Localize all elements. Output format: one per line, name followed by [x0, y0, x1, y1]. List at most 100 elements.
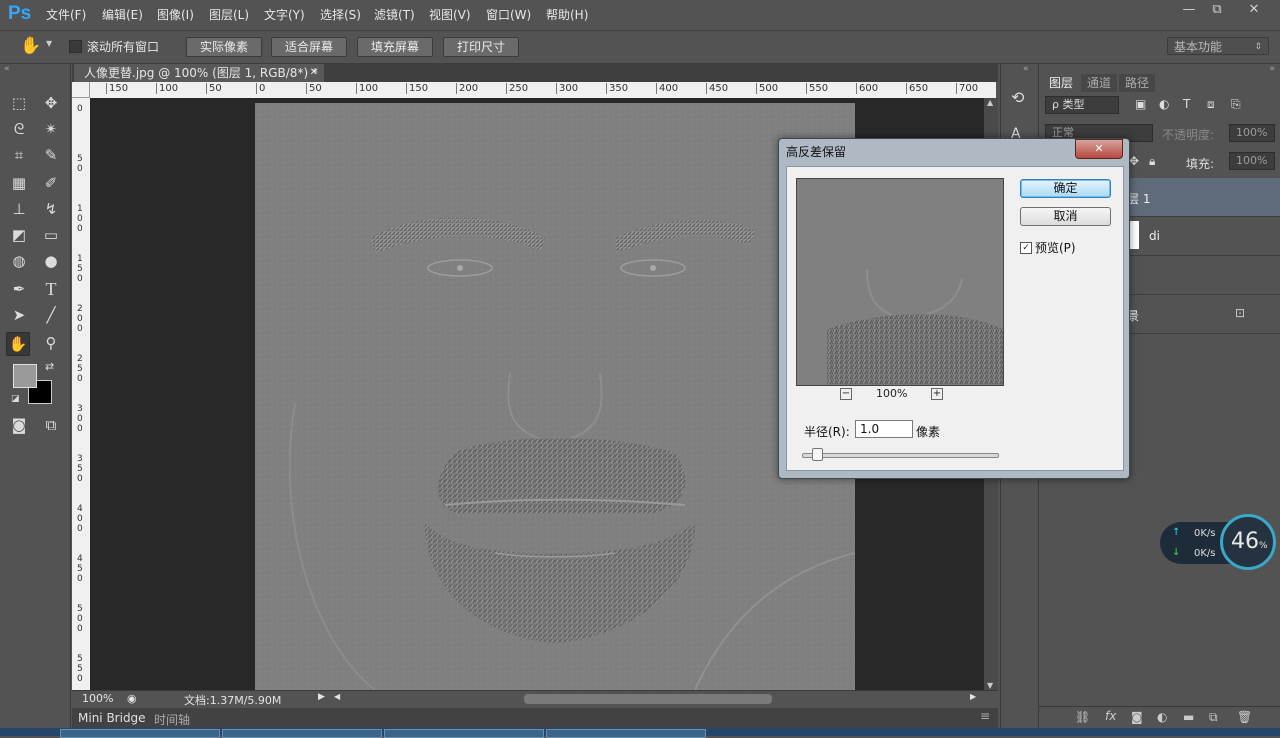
opacity-field[interactable]: 100% — [1229, 124, 1275, 142]
menu-help[interactable]: 帮助(H) — [546, 6, 588, 23]
zoom-out-preview-icon[interactable]: − — [840, 388, 852, 400]
cancel-button[interactable]: 取消 — [1020, 207, 1111, 226]
tool-preset-chevron-icon[interactable]: ▼ — [46, 39, 52, 48]
crop-tool-icon[interactable]: ⌗ — [8, 144, 30, 166]
radius-input[interactable] — [855, 420, 913, 438]
scroll-down-icon[interactable]: ▼ — [987, 681, 993, 690]
gradient-tool-icon[interactable]: ▭ — [40, 224, 62, 246]
pen-tool-icon[interactable]: ✒ — [8, 278, 30, 300]
hand-tool-active-icon[interactable]: ✋ — [6, 332, 30, 356]
filter-shape-icon[interactable]: ⧈ — [1207, 97, 1215, 112]
eraser-tool-icon[interactable]: ◩ — [8, 224, 30, 246]
filter-preview[interactable] — [796, 178, 1004, 386]
workspace-select[interactable]: 基本功能 ⇕ — [1167, 37, 1269, 55]
path-selection-tool-icon[interactable]: ➤ — [8, 304, 30, 326]
preview-checkbox[interactable]: ✓ — [1020, 242, 1032, 254]
layer-name[interactable]: 层 1 — [1127, 190, 1150, 207]
healing-brush-tool-icon[interactable]: ▦ — [8, 172, 30, 194]
new-layer-icon[interactable]: ⧉ — [1209, 710, 1218, 725]
tab-paths[interactable]: 路径 — [1119, 74, 1156, 92]
foreground-color-swatch[interactable] — [13, 364, 37, 388]
lasso-tool-icon[interactable]: ᘓ — [8, 118, 30, 140]
clone-stamp-tool-icon[interactable]: ⊥ — [8, 198, 30, 220]
blur-tool-icon[interactable]: ◍ — [8, 250, 30, 272]
ok-button[interactable]: 确定 — [1020, 179, 1111, 198]
scroll-left-icon[interactable]: ◀ — [334, 692, 340, 701]
lock-all-icon[interactable]: 🔒︎ — [1149, 154, 1155, 169]
layer-name[interactable]: di — [1149, 229, 1160, 243]
filter-adjustment-icon[interactable]: ◐ — [1159, 97, 1169, 111]
panel-menu-icon[interactable]: ≡ — [980, 709, 990, 723]
actual-pixels-button[interactable]: 实际像素 — [186, 37, 262, 57]
taskbar-item[interactable] — [546, 729, 706, 738]
layer-style-icon[interactable]: fx — [1105, 709, 1116, 723]
menu-layer[interactable]: 图层(L) — [209, 6, 249, 23]
scroll-up-icon[interactable]: ▲ — [987, 98, 993, 107]
history-panel-icon[interactable]: ⟲ — [1011, 88, 1024, 107]
line-tool-icon[interactable]: ╱ — [40, 304, 62, 326]
taskbar-item[interactable] — [60, 729, 220, 738]
default-colors-icon[interactable]: ◪ — [11, 394, 20, 404]
screen-mode-icon[interactable]: ⧉ — [40, 414, 62, 436]
type-tool-icon[interactable]: T — [40, 278, 62, 300]
close-document-icon[interactable]: ✕ — [310, 64, 318, 82]
taskbar-item[interactable] — [222, 729, 382, 738]
radius-slider-track[interactable] — [802, 453, 999, 458]
taskbar-item[interactable] — [384, 729, 544, 738]
swap-colors-icon[interactable]: ⇄ — [45, 360, 54, 373]
zoom-level[interactable]: 100% — [82, 692, 113, 705]
expand-panels-icon[interactable]: « — [1023, 64, 1029, 74]
tab-channels[interactable]: 通道 — [1081, 74, 1118, 92]
add-mask-icon[interactable]: ◙ — [1131, 710, 1143, 724]
filter-smart-object-icon[interactable]: ⎘ — [1231, 97, 1241, 112]
lock-position-icon[interactable]: ✥ — [1129, 154, 1139, 168]
history-brush-tool-icon[interactable]: ↯ — [40, 198, 62, 220]
fill-screen-button[interactable]: 填充屏幕 — [357, 37, 433, 57]
marquee-tool-icon[interactable]: ⬚ — [8, 92, 30, 114]
scroll-right-icon[interactable]: ▶ — [970, 692, 976, 701]
close-button[interactable]: ✕ — [1240, 2, 1268, 20]
menu-image[interactable]: 图像(I) — [157, 6, 194, 23]
fit-screen-button[interactable]: 适合屏幕 — [271, 37, 347, 57]
filter-type-icon[interactable]: T — [1183, 97, 1190, 111]
menu-window[interactable]: 窗口(W) — [486, 6, 531, 23]
layer-filter-select[interactable]: ρ 类型 — [1045, 96, 1119, 114]
delete-layer-icon[interactable]: 🗑︎ — [1237, 710, 1252, 724]
adjustment-layer-icon[interactable]: ◐ — [1157, 710, 1167, 724]
collapse-panel-icon[interactable]: « — [4, 64, 10, 74]
tab-mini-bridge[interactable]: Mini Bridge — [78, 711, 146, 725]
minimize-button[interactable]: — — [1175, 2, 1203, 20]
tab-layers[interactable]: 图层 — [1043, 74, 1080, 92]
print-size-button[interactable]: 打印尺寸 — [443, 37, 519, 57]
status-arrow-icon[interactable]: ▶ — [318, 692, 325, 702]
scroll-all-checkbox[interactable] — [69, 40, 82, 53]
menu-filter[interactable]: 滤镜(T) — [374, 6, 415, 23]
tab-timeline[interactable]: 时间轴 — [154, 711, 190, 728]
status-menu-icon[interactable]: ◉ — [127, 692, 137, 705]
menu-view[interactable]: 视图(V) — [429, 6, 471, 23]
restore-button[interactable]: ⧉ — [1203, 2, 1231, 20]
zoom-tool-icon[interactable]: ⚲ — [40, 332, 62, 354]
hand-tool-icon[interactable]: ✋ — [20, 36, 41, 56]
move-tool-icon[interactable]: ✥ — [40, 92, 62, 114]
document-tab[interactable]: 人像更替.jpg @ 100% (图层 1, RGB/8*) * ✕ — [74, 64, 324, 82]
dodge-tool-icon[interactable]: ● — [40, 250, 62, 272]
radius-slider-thumb[interactable] — [811, 448, 823, 461]
horizontal-scroll-thumb[interactable] — [524, 694, 772, 704]
brush-tool-icon[interactable]: ✐ — [40, 172, 62, 194]
ruler-origin[interactable] — [72, 82, 90, 98]
filter-pixel-icon[interactable]: ▣ — [1135, 97, 1146, 111]
collapse-right-panel-icon[interactable]: » — [1269, 64, 1275, 74]
zoom-in-preview-icon[interactable]: + — [931, 388, 943, 400]
menu-file[interactable]: 文件(F) — [46, 6, 86, 23]
dialog-close-button[interactable]: ✕ — [1075, 139, 1123, 159]
new-group-icon[interactable]: ▬ — [1183, 710, 1194, 724]
quick-mask-icon[interactable]: ◙ — [8, 414, 30, 436]
menu-select[interactable]: 选择(S) — [320, 6, 361, 23]
eyedropper-tool-icon[interactable]: ✎ — [40, 144, 62, 166]
link-layers-icon[interactable]: ⛓ — [1075, 710, 1090, 724]
menu-edit[interactable]: 编辑(E) — [102, 6, 143, 23]
fill-field[interactable]: 100% — [1229, 152, 1275, 170]
memory-usage-gauge[interactable]: 46 % — [1220, 514, 1276, 570]
menu-type[interactable]: 文字(Y) — [264, 6, 305, 23]
